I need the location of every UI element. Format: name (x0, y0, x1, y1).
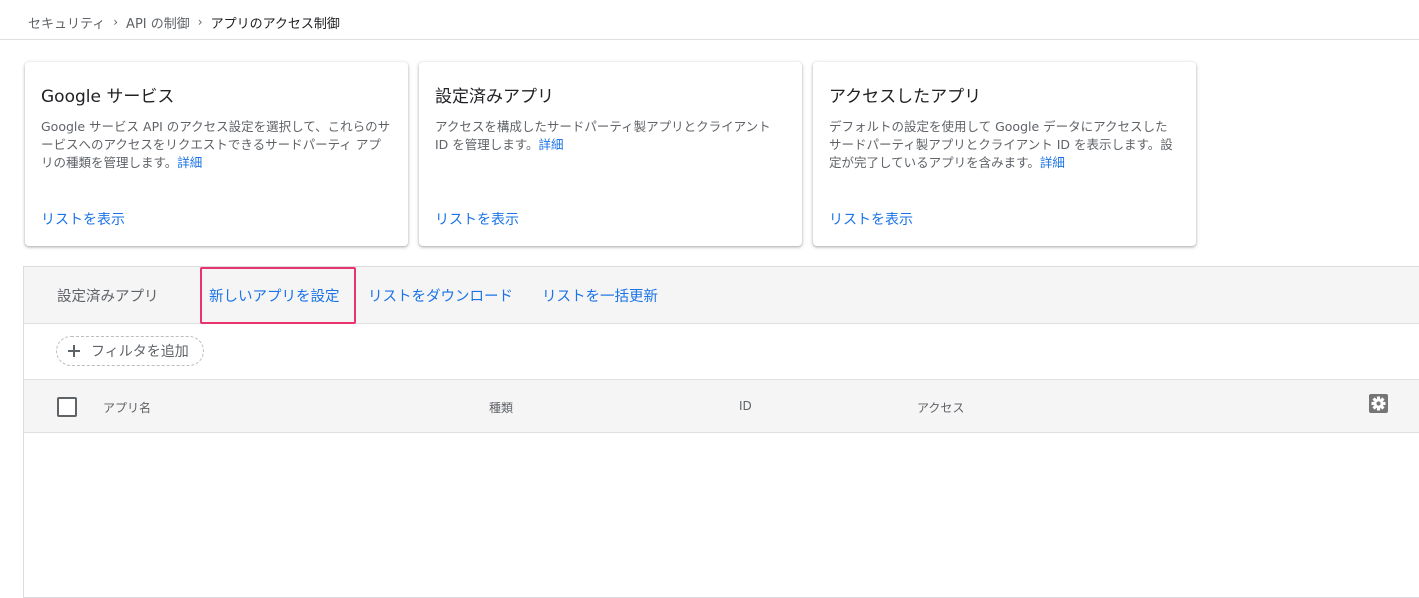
card-description-text: アクセスを構成したサードパーティ製アプリとクライアント ID を管理します。 (435, 119, 771, 152)
card-title: 設定済みアプリ (435, 87, 554, 107)
card-title: Google サービス (41, 87, 175, 107)
column-header-type[interactable]: 種類 (489, 399, 513, 416)
chevron-right-icon: › (197, 15, 203, 29)
learn-more-link[interactable]: 詳細 (1040, 155, 1065, 170)
add-filter-label: フィルタを追加 (91, 344, 189, 360)
breadcrumb-api-controls[interactable]: API の制御 (126, 13, 190, 32)
configured-apps-panel: 設定済みアプリ 新しいアプリを設定 リストをダウンロード リストを一括更新 フィ… (23, 266, 1419, 598)
panel-title: 設定済みアプリ (57, 289, 159, 305)
plus-icon (68, 345, 80, 357)
filter-bar: フィルタを追加 (24, 324, 1419, 380)
card-google-services: Google サービス Google サービス API のアクセス設定を選択して… (25, 62, 408, 246)
breadcrumb-current: アプリのアクセス制御 (210, 16, 340, 32)
panel-toolbar: 設定済みアプリ 新しいアプリを設定 リストをダウンロード リストを一括更新 (24, 267, 1419, 324)
learn-more-link[interactable]: 詳細 (177, 155, 202, 170)
select-all-checkbox[interactable] (57, 397, 77, 417)
card-description: デフォルトの設定を使用して Google データにアクセスしたサードパーティ製ア… (829, 118, 1179, 172)
column-header-id[interactable]: ID (739, 399, 752, 413)
gear-icon[interactable] (1369, 394, 1388, 413)
chevron-right-icon: › (113, 15, 119, 29)
column-header-app-name[interactable]: アプリ名 (103, 399, 151, 416)
card-description: アクセスを構成したサードパーティ製アプリとクライアント ID を管理します。詳細 (435, 118, 785, 154)
card-configured-apps: 設定済みアプリ アクセスを構成したサードパーティ製アプリとクライアント ID を… (419, 62, 802, 246)
configure-new-app-button[interactable]: 新しいアプリを設定 (209, 285, 340, 306)
view-list-link[interactable]: リストを表示 (435, 209, 519, 229)
header-divider (0, 39, 1419, 40)
card-description-text: デフォルトの設定を使用して Google データにアクセスしたサードパーティ製ア… (829, 119, 1173, 170)
card-description: Google サービス API のアクセス設定を選択して、これらのサービスへのア… (41, 118, 391, 172)
add-filter-button[interactable]: フィルタを追加 (56, 336, 204, 366)
learn-more-link[interactable]: 詳細 (539, 137, 564, 152)
bulk-update-list-button[interactable]: リストを一括更新 (542, 285, 658, 306)
table-header: アプリ名 種類 ID アクセス (24, 380, 1419, 433)
card-accessed-apps: アクセスしたアプリ デフォルトの設定を使用して Google データにアクセスし… (813, 62, 1196, 246)
breadcrumb: セキュリティ › API の制御 › アプリのアクセス制御 (28, 12, 340, 32)
view-list-link[interactable]: リストを表示 (829, 209, 913, 229)
view-list-link[interactable]: リストを表示 (41, 209, 125, 229)
card-title: アクセスしたアプリ (829, 87, 982, 107)
card-description-text: Google サービス API のアクセス設定を選択して、これらのサービスへのア… (41, 119, 391, 170)
breadcrumb-security[interactable]: セキュリティ (28, 13, 105, 32)
column-header-access[interactable]: アクセス (917, 399, 964, 416)
download-list-button[interactable]: リストをダウンロード (368, 285, 513, 306)
